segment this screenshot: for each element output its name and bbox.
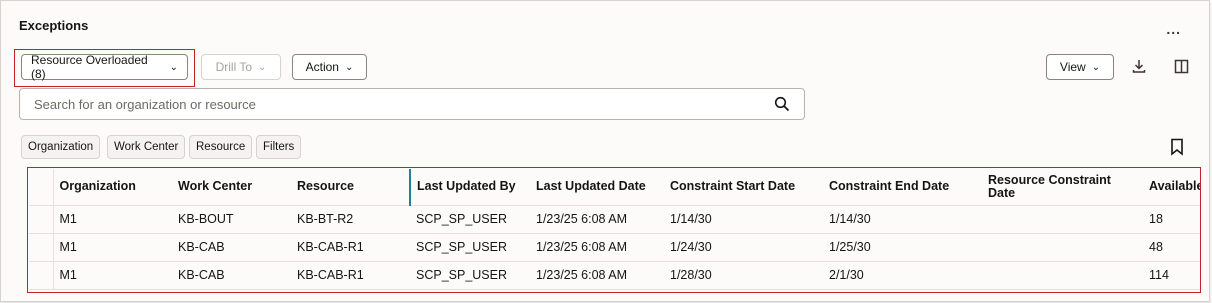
exceptions-select-button[interactable]: Resource Overloaded (8) ⌄: [21, 53, 188, 81]
cell-work-center: KB-BOUT: [172, 205, 291, 234]
table-header-row: Organization Work Center Resource Last U…: [29, 169, 1200, 206]
cell-constraint-end-date: 2/1/30: [823, 261, 982, 290]
cell-last-updated-date: 1/23/25 6:08 AM: [530, 233, 664, 262]
table-row[interactable]: M1 KB-CAB KB-CAB-R1 SCP_SP_USER 1/23/25 …: [29, 233, 1200, 262]
cell-constraint-start-date: 1/28/30: [664, 261, 823, 290]
cell-last-updated-by: SCP_SP_USER: [410, 205, 530, 234]
drill-to-label: Drill To: [215, 60, 253, 74]
column-header-work-center[interactable]: Work Center: [172, 169, 291, 206]
column-header-constraint-end-date[interactable]: Constraint End Date: [823, 169, 982, 206]
cell-resource: KB-CAB-R1: [291, 261, 410, 290]
cell-work-center: KB-CAB: [172, 233, 291, 262]
chevron-down-icon: ⌄: [344, 61, 354, 73]
cell-available-capacity: 48: [1141, 233, 1200, 262]
search-icon[interactable]: [774, 96, 790, 112]
cell-available-capacity: 114: [1141, 261, 1200, 290]
column-header-resource-constraint-date[interactable]: Resource Constraint Date: [982, 169, 1141, 206]
exceptions-panel: Exceptions ... Resource Overloaded (8) ⌄…: [0, 0, 1210, 302]
column-header-last-updated-date[interactable]: Last Updated Date: [530, 169, 664, 206]
columns-icon[interactable]: [1171, 56, 1191, 76]
drill-to-button[interactable]: Drill To ⌄: [201, 54, 281, 80]
cell-organization: M1: [52, 205, 172, 234]
exceptions-select-label: Resource Overloaded (8): [31, 53, 148, 81]
search-field: [19, 88, 805, 120]
cell-last-updated-by: SCP_SP_USER: [410, 233, 530, 262]
cell-constraint-start-date: 1/14/30: [664, 205, 823, 234]
cell-constraint-end-date: 1/14/30: [823, 205, 982, 234]
table-row[interactable]: M1 KB-CAB KB-CAB-R1 SCP_SP_USER 1/23/25 …: [29, 261, 1200, 290]
cell-organization: M1: [52, 233, 172, 262]
filter-chip-organization[interactable]: Organization: [21, 135, 101, 159]
cell-resource-constraint-date: [982, 233, 1141, 262]
overflow-menu-icon[interactable]: ...: [1166, 21, 1181, 37]
exceptions-table: Organization Work Center Resource Last U…: [29, 169, 1200, 291]
row-select-cell[interactable]: [29, 261, 53, 290]
column-header-constraint-start-date[interactable]: Constraint Start Date: [664, 169, 823, 206]
action-label: Action: [305, 60, 339, 74]
table-row[interactable]: M1 KB-BOUT KB-BT-R2 SCP_SP_USER 1/23/25 …: [29, 205, 1200, 234]
cell-resource-constraint-date: [982, 261, 1141, 290]
row-select-cell[interactable]: [29, 233, 53, 262]
download-icon[interactable]: [1129, 56, 1149, 76]
cell-last-updated-date: 1/23/25 6:08 AM: [530, 205, 664, 234]
panel-title: Exceptions: [19, 18, 89, 33]
cell-constraint-start-date: 1/24/30: [664, 233, 823, 262]
view-label: View: [1059, 60, 1086, 74]
search-input[interactable]: [20, 89, 760, 119]
row-select-cell[interactable]: [29, 205, 53, 234]
chevron-down-icon: ⌄: [1091, 61, 1101, 73]
action-button[interactable]: Action ⌄: [292, 54, 367, 80]
filter-chip-resource[interactable]: Resource: [189, 135, 253, 159]
column-header-resource[interactable]: Resource: [291, 169, 410, 206]
chevron-down-icon: ⌄: [169, 61, 178, 73]
filter-chip-work-center[interactable]: Work Center: [107, 135, 186, 159]
cell-resource: KB-CAB-R1: [291, 233, 410, 262]
cell-constraint-end-date: 1/25/30: [823, 233, 982, 262]
column-header-organization[interactable]: Organization: [52, 169, 172, 206]
cell-last-updated-date: 1/23/25 6:08 AM: [530, 261, 664, 290]
cell-resource: KB-BT-R2: [291, 205, 410, 234]
row-select-header: [29, 169, 53, 206]
cell-last-updated-by: SCP_SP_USER: [410, 261, 530, 290]
column-header-last-updated-by[interactable]: Last Updated By: [409, 169, 530, 206]
filter-chip-filters[interactable]: Filters: [256, 135, 302, 159]
cell-available-capacity: 18: [1141, 205, 1200, 234]
chevron-down-icon: ⌄: [258, 61, 267, 73]
view-button[interactable]: View ⌄: [1046, 54, 1114, 80]
cell-work-center: KB-CAB: [172, 261, 291, 290]
cell-organization: M1: [52, 261, 172, 290]
bookmark-icon[interactable]: [1169, 138, 1185, 156]
cell-resource-constraint-date: [982, 205, 1141, 234]
column-header-available-capacity[interactable]: Available Capacity: [1141, 169, 1200, 206]
